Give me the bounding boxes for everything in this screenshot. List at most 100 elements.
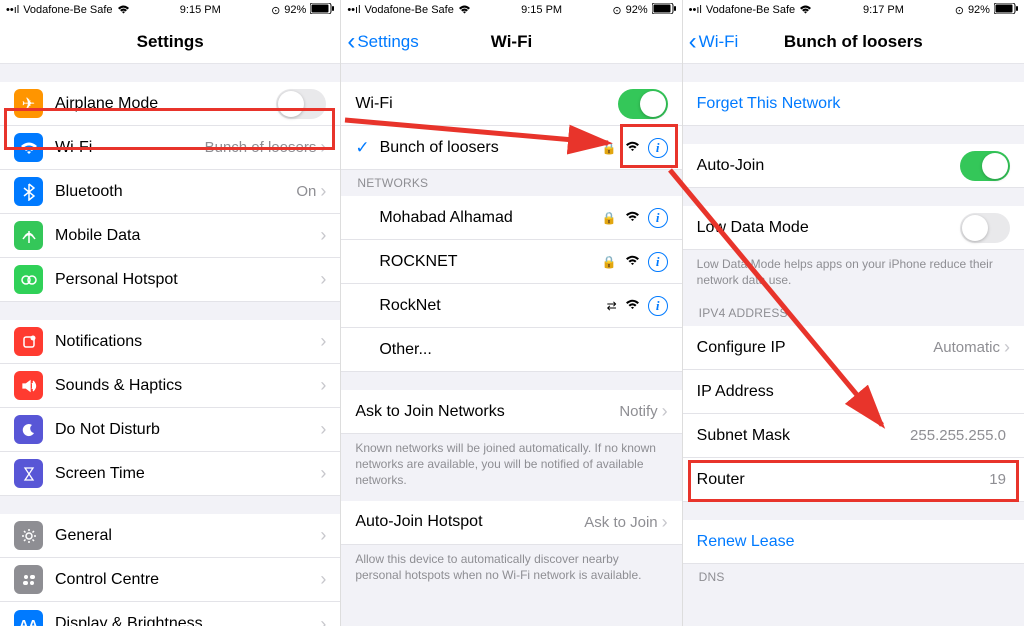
nav-bar: Settings: [0, 20, 340, 64]
back-button[interactable]: ‹ Settings: [347, 30, 418, 54]
alarm-icon: ⊙: [955, 4, 964, 17]
alarm-icon: ⊙: [612, 4, 621, 17]
row-mobile-data[interactable]: Mobile Data ›: [0, 214, 340, 258]
row-low-data-mode[interactable]: Low Data Mode: [683, 206, 1024, 250]
row-control-centre[interactable]: Control Centre ›: [0, 558, 340, 602]
row-network[interactable]: RockNet ⇄ i: [341, 284, 681, 328]
settings-list[interactable]: ✈ Airplane Mode Wi-Fi Bunch of loosers ›…: [0, 64, 340, 626]
dns-header: DNS: [683, 564, 1024, 590]
row-airplane-mode[interactable]: ✈ Airplane Mode: [0, 82, 340, 126]
wifi-screen: ••ıl Vodafone-Be Safe 9:15 PM ⊙ 92% ‹ Se…: [341, 0, 682, 626]
row-auto-join[interactable]: Auto-Join: [683, 144, 1024, 188]
row-sounds[interactable]: Sounds & Haptics ›: [0, 364, 340, 408]
speaker-icon: [14, 371, 43, 400]
wifi-list[interactable]: Wi-Fi ✓ Bunch of loosers 🔒 i NETWORKS Mo…: [341, 64, 681, 626]
lowdata-label: Low Data Mode: [697, 219, 960, 237]
wifi-detail-screen: ••ıl Vodafone-Be Safe 9:17 PM ⊙ 92% ‹ Wi…: [683, 0, 1024, 626]
airplane-toggle[interactable]: [276, 89, 326, 119]
chevron-right-icon: ›: [320, 375, 326, 396]
status-bar: ••ıl Vodafone-Be Safe 9:17 PM ⊙ 92%: [683, 0, 1024, 20]
lowdata-toggle[interactable]: [960, 213, 1010, 243]
wifi-status-icon: [117, 4, 130, 17]
back-button[interactable]: ‹ Wi-Fi: [689, 30, 739, 54]
signal-icon: ••ıl: [347, 4, 360, 16]
row-ip-address: IP Address: [683, 370, 1024, 414]
gear-icon: [14, 521, 43, 550]
moon-icon: [14, 415, 43, 444]
back-label: Wi-Fi: [699, 32, 739, 52]
page-title: Bunch of loosers: [784, 32, 923, 52]
wifi-icon: [14, 133, 43, 162]
battery-pct: 92%: [968, 4, 990, 16]
detail-list[interactable]: Forget This Network Auto-Join Low Data M…: [683, 64, 1024, 626]
row-forget-network[interactable]: Forget This Network: [683, 82, 1024, 126]
wifi-strength-icon: [625, 140, 640, 155]
row-hotspot[interactable]: Personal Hotspot ›: [0, 258, 340, 302]
info-icon[interactable]: i: [648, 138, 668, 158]
autohotspot-label: Auto-Join Hotspot: [355, 513, 584, 531]
subnet-label: Subnet Mask: [697, 427, 910, 445]
row-network[interactable]: Mohabad Alhamad 🔒 i: [341, 196, 681, 240]
chevron-right-icon: ›: [662, 512, 668, 533]
battery-pct: 92%: [626, 4, 648, 16]
autojoin-toggle[interactable]: [960, 151, 1010, 181]
lock-icon: 🔒: [602, 255, 617, 269]
ask-footer: Known networks will be joined automatica…: [341, 434, 681, 501]
row-configure-ip[interactable]: Configure IP Automatic ›: [683, 326, 1024, 370]
ask-detail: Notify: [619, 403, 657, 420]
chevron-right-icon: ›: [320, 269, 326, 290]
renew-label: Renew Lease: [697, 533, 1010, 551]
clock-label: 9:15 PM: [180, 4, 221, 16]
row-auto-join-hotspot[interactable]: Auto-Join Hotspot Ask to Join ›: [341, 501, 681, 545]
connected-network-label: Bunch of loosers: [380, 139, 602, 157]
row-notifications[interactable]: Notifications ›: [0, 320, 340, 364]
forget-label: Forget This Network: [697, 95, 1010, 113]
lock-icon: 🔒: [602, 211, 617, 225]
airplane-icon: ✈: [14, 89, 43, 118]
back-label: Settings: [357, 32, 418, 52]
info-icon[interactable]: i: [648, 208, 668, 228]
status-bar: ••ıl Vodafone-Be Safe 9:15 PM ⊙ 92%: [0, 0, 340, 20]
row-display[interactable]: AA Display & Brightness ›: [0, 602, 340, 626]
checkmark-icon: ✓: [355, 138, 369, 158]
mobile-data-label: Mobile Data: [55, 227, 320, 245]
row-bluetooth[interactable]: Bluetooth On ›: [0, 170, 340, 214]
row-wifi-toggle[interactable]: Wi-Fi: [341, 82, 681, 126]
nav-bar: ‹ Settings Wi-Fi: [341, 20, 681, 64]
signal-icon: ••ıl: [689, 4, 702, 16]
chevron-right-icon: ›: [320, 614, 326, 626]
signal-icon: ••ıl: [6, 4, 19, 16]
info-icon[interactable]: i: [648, 252, 668, 272]
row-screen-time[interactable]: Screen Time ›: [0, 452, 340, 496]
row-dnd[interactable]: Do Not Disturb ›: [0, 408, 340, 452]
router-label: Router: [697, 471, 990, 489]
network-label: RockNet: [379, 297, 606, 315]
row-network[interactable]: ROCKNET 🔒 i: [341, 240, 681, 284]
subnet-value: 255.255.255.0: [910, 427, 1006, 444]
chevron-right-icon: ›: [320, 419, 326, 440]
info-icon[interactable]: i: [648, 296, 668, 316]
aa-icon: AA: [14, 610, 43, 626]
wifi-toggle[interactable]: [618, 89, 668, 119]
row-ask-to-join[interactable]: Ask to Join Networks Notify ›: [341, 390, 681, 434]
row-wifi[interactable]: Wi-Fi Bunch of loosers ›: [0, 126, 340, 170]
row-other-network[interactable]: Other...: [341, 328, 681, 372]
wifi-label: Wi-Fi: [55, 139, 205, 157]
row-renew-lease[interactable]: Renew Lease: [683, 520, 1024, 564]
network-label: Mohabad Alhamad: [379, 209, 601, 227]
networks-header: NETWORKS: [341, 170, 681, 196]
display-label: Display & Brightness: [55, 615, 320, 626]
chevron-right-icon: ›: [1004, 337, 1010, 358]
sliders-icon: [14, 565, 43, 594]
row-router: Router 19: [683, 458, 1024, 502]
carrier-label: Vodafone-Be Safe: [365, 4, 454, 16]
control-label: Control Centre: [55, 571, 320, 589]
wifi-status-icon: [458, 4, 471, 17]
row-subnet-mask: Subnet Mask 255.255.255.0: [683, 414, 1024, 458]
wifi-status-icon: [799, 4, 812, 17]
screentime-label: Screen Time: [55, 465, 320, 483]
row-connected-network[interactable]: ✓ Bunch of loosers 🔒 i: [341, 126, 681, 170]
lowdata-footer: Low Data Mode helps apps on your iPhone …: [683, 250, 1024, 300]
network-label: ROCKNET: [379, 253, 601, 271]
row-general[interactable]: General ›: [0, 514, 340, 558]
